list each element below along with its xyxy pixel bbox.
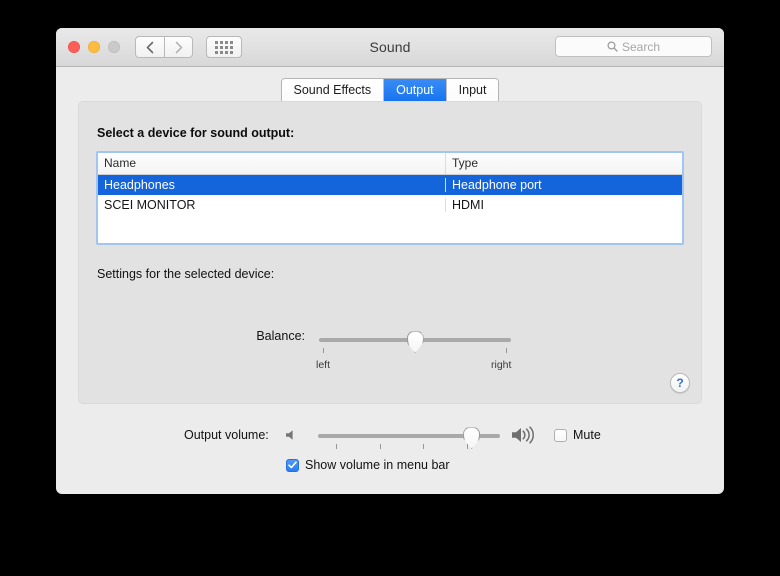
show-volume-checkbox[interactable] [286,458,299,472]
tab-output[interactable]: Output [384,79,447,103]
search-input[interactable]: Search [555,36,712,57]
output-settings-panel: Select a device for sound output: Name T… [78,101,702,404]
speaker-loud-icon [510,425,540,450]
column-header-name[interactable]: Name [98,153,446,174]
volume-tick [336,444,337,449]
mute-label: Mute [573,428,601,442]
tab-sound-effects[interactable]: Sound Effects [281,79,385,103]
tab-input[interactable]: Input [446,79,499,103]
device-name: SCEI MONITOR [98,198,446,212]
volume-slider-thumb[interactable] [463,427,481,449]
mute-checkbox[interactable] [554,428,567,442]
balance-tick-right [506,348,507,353]
balance-min-label: left [316,359,331,371]
settings-for-device-label: Settings for the selected device: [97,267,275,281]
balance-slider[interactable]: left right [316,331,511,371]
balance-label: Balance: [256,329,305,343]
checkmark-icon [288,461,297,469]
window-titlebar: Sound Search [56,28,724,67]
volume-tick [467,444,468,449]
table-header-row: Name Type [98,153,682,175]
select-device-label: Select a device for sound output: [97,126,295,140]
column-header-type[interactable]: Type [446,153,682,174]
output-volume-slider[interactable] [318,427,500,461]
speaker-quiet-icon [284,428,298,447]
volume-tick [380,444,381,449]
device-name: Headphones [98,178,446,192]
device-table[interactable]: Name Type Headphones Headphone port SCEI… [96,151,684,245]
mute-checkbox-row[interactable]: Mute [554,428,601,442]
show-volume-in-menu-bar-row[interactable]: Show volume in menu bar [286,458,450,472]
balance-tick-left [323,348,324,353]
output-volume-label: Output volume: [184,428,269,442]
volume-tick [423,444,424,449]
balance-slider-thumb[interactable] [406,331,424,353]
search-placeholder: Search [621,39,661,54]
show-volume-label: Show volume in menu bar [305,458,450,472]
help-button[interactable]: ? [670,373,690,393]
device-type: HDMI [452,198,484,212]
table-row[interactable]: Headphones Headphone port [98,175,682,195]
search-icon [607,41,618,52]
balance-max-label: right [491,359,512,371]
device-type: Headphone port [452,178,542,192]
table-row[interactable]: SCEI MONITOR HDMI [98,195,682,215]
sound-preferences-window: Sound Search Sound Effects Output Input … [56,28,724,494]
